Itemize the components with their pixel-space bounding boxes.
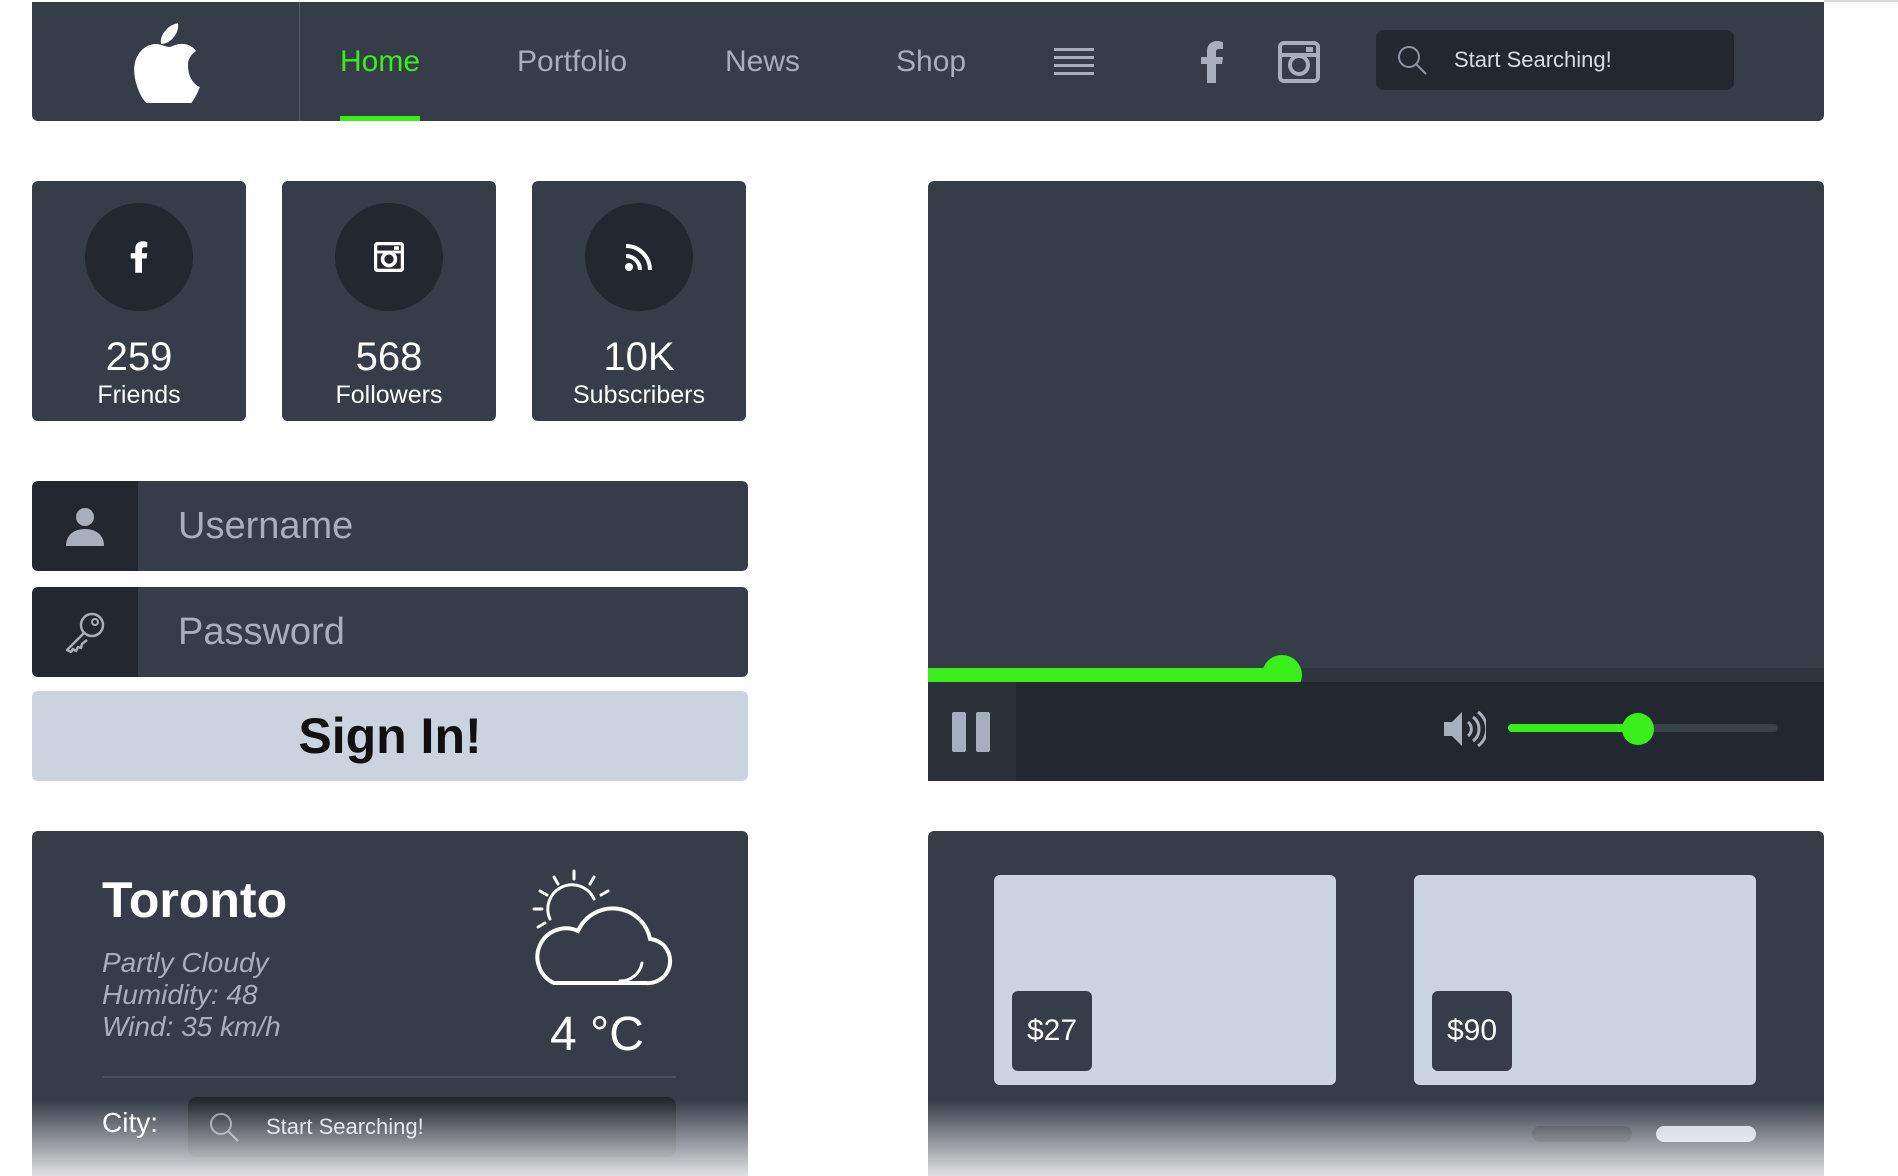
stat-label: Friends xyxy=(97,381,181,409)
stat-icon-circle xyxy=(85,203,193,311)
stat-value: 10K xyxy=(603,335,675,379)
stat-icon-circle xyxy=(585,203,693,311)
weather-divider xyxy=(102,1076,676,1078)
key-icon xyxy=(32,587,138,677)
hamburger-menu-icon[interactable] xyxy=(1052,2,1096,121)
logo-cell xyxy=(32,2,300,121)
top-navbar: Home Portfolio News Shop Start Searching… xyxy=(32,2,1824,121)
user-icon xyxy=(32,481,138,571)
apple-logo-icon[interactable] xyxy=(132,21,200,103)
instagram-icon xyxy=(374,242,404,272)
stat-card-subscribers[interactable]: 10K Subscribers xyxy=(532,181,746,421)
volume-slider-handle[interactable] xyxy=(1622,713,1654,745)
carousel-indicator-2[interactable] xyxy=(1656,1126,1756,1142)
stat-value: 568 xyxy=(355,335,423,379)
price-tag: $90 xyxy=(1432,991,1512,1071)
city-label: City: xyxy=(102,1107,158,1138)
username-input[interactable] xyxy=(138,481,748,571)
rss-icon xyxy=(624,242,654,272)
city-search-input[interactable]: Start Searching! xyxy=(188,1097,676,1157)
page-edge-line xyxy=(1824,0,1898,2)
stat-label: Subscribers xyxy=(573,381,705,409)
stat-label: Followers xyxy=(335,381,443,409)
nav-shop[interactable]: Shop xyxy=(896,2,966,121)
city-search-placeholder: Start Searching! xyxy=(266,1114,424,1139)
search-icon xyxy=(1396,44,1428,76)
pause-icon xyxy=(951,711,993,752)
product-card[interactable]: $27 xyxy=(994,875,1336,1085)
password-input[interactable] xyxy=(138,587,748,677)
nav-news[interactable]: News xyxy=(725,2,800,121)
product-card[interactable]: $90 xyxy=(1414,875,1756,1085)
nav-search-input[interactable]: Start Searching! xyxy=(1376,30,1734,90)
username-field xyxy=(32,481,748,571)
weather-details: Partly Cloudy Humidity: 48 Wind: 35 km/h xyxy=(102,947,281,1043)
volume-slider-fill xyxy=(1508,724,1638,732)
shop-carousel: $27 $90 xyxy=(928,831,1824,1176)
weather-humidity: Humidity: 48 xyxy=(102,979,258,1010)
stat-card-followers[interactable]: 568 Followers xyxy=(282,181,496,421)
instagram-icon[interactable] xyxy=(1277,2,1321,121)
stat-value: 259 xyxy=(105,335,173,379)
weather-condition: Partly Cloudy xyxy=(102,947,269,978)
facebook-icon[interactable] xyxy=(1192,2,1232,121)
facebook-icon xyxy=(130,241,148,273)
video-progress-fill xyxy=(928,668,1282,682)
weather-wind: Wind: 35 km/h xyxy=(102,1011,281,1042)
password-field xyxy=(32,587,748,677)
partly-cloudy-icon xyxy=(524,867,680,991)
stat-icon-circle xyxy=(335,203,443,311)
sign-in-button[interactable]: Sign In! xyxy=(32,691,748,781)
volume-icon[interactable] xyxy=(1442,708,1486,750)
video-player[interactable] xyxy=(928,181,1824,781)
video-controls xyxy=(928,682,1824,781)
nav-portfolio[interactable]: Portfolio xyxy=(517,2,627,121)
carousel-indicator-1[interactable] xyxy=(1532,1126,1632,1142)
weather-temperature: 4 °C xyxy=(550,1008,644,1061)
weather-city: Toronto xyxy=(102,872,288,928)
stat-card-friends[interactable]: 259 Friends xyxy=(32,181,246,421)
weather-widget: Toronto Partly Cloudy Humidity: 48 Wind:… xyxy=(32,831,748,1176)
nav-home[interactable]: Home xyxy=(340,2,421,121)
pause-button[interactable] xyxy=(928,682,1016,781)
price-tag: $27 xyxy=(1012,991,1092,1071)
search-icon xyxy=(208,1111,240,1143)
nav-search-placeholder: Start Searching! xyxy=(1454,47,1612,72)
